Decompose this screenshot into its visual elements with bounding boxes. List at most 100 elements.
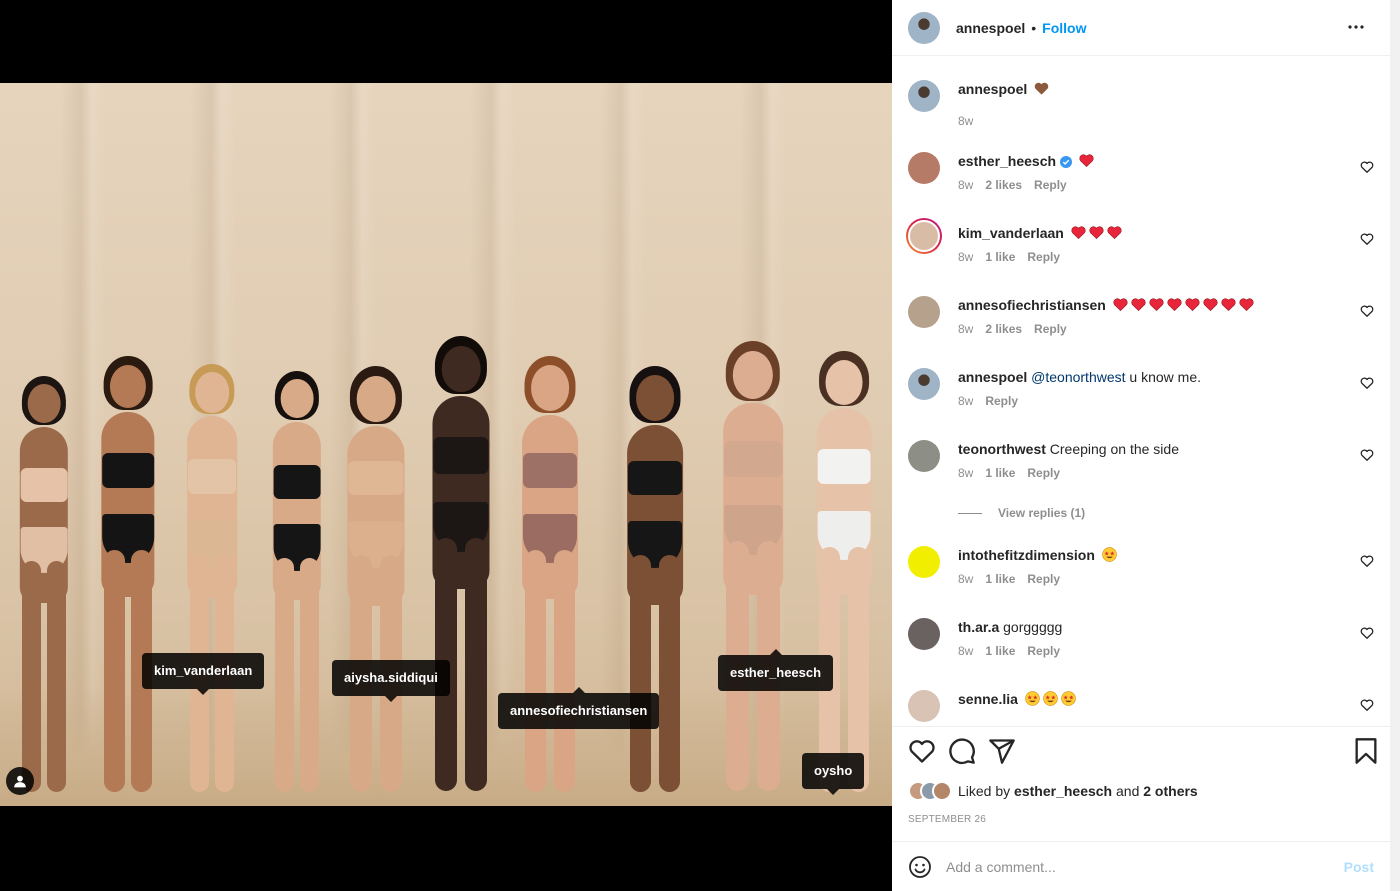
more-horizontal-icon bbox=[1348, 25, 1364, 29]
comment-time[interactable]: 8w bbox=[958, 322, 973, 336]
comment-username[interactable]: teonorthwest bbox=[958, 441, 1046, 457]
post-comment-button[interactable]: Post bbox=[1344, 859, 1374, 875]
avatar[interactable] bbox=[906, 218, 942, 254]
caption-body: annespoel bbox=[958, 80, 1338, 98]
panel-scrollbar[interactable] bbox=[1390, 0, 1400, 891]
liked-by-text: Liked by esther_heesch and 2 others bbox=[958, 783, 1198, 799]
comment-icon[interactable] bbox=[948, 737, 976, 765]
like-comment-heart-icon[interactable] bbox=[1360, 698, 1374, 712]
comment-time[interactable]: 8w bbox=[958, 644, 973, 658]
comment-item: kim_vanderlaan 8w 1 like Reply bbox=[906, 208, 1374, 272]
avatar[interactable] bbox=[908, 690, 940, 722]
photo-tag-esther-heesch[interactable]: esther_heesch bbox=[718, 649, 834, 691]
view-replies-button[interactable]: View replies (1) bbox=[958, 506, 1085, 520]
user-tags-button[interactable] bbox=[6, 767, 34, 795]
view-replies-label[interactable]: View replies (1) bbox=[998, 506, 1085, 520]
comment-likes[interactable]: 1 like bbox=[985, 250, 1015, 264]
comment-username[interactable]: th.ar.a bbox=[958, 619, 999, 635]
liked-by-user[interactable]: esther_heesch bbox=[1014, 783, 1112, 799]
heart-icon[interactable] bbox=[908, 737, 936, 765]
like-comment-heart-icon[interactable] bbox=[1360, 232, 1374, 246]
more-options-button[interactable] bbox=[1346, 17, 1366, 37]
post-photo[interactable]: kim_vanderlaan aiysha.siddiqui annesofie… bbox=[0, 83, 892, 806]
avatar[interactable] bbox=[908, 152, 940, 184]
comment-item: intothefitzdimension 8w 1 like Reply bbox=[908, 530, 1374, 594]
like-comment-heart-icon[interactable] bbox=[1360, 554, 1374, 568]
comment-username[interactable]: annespoel bbox=[958, 369, 1027, 385]
comment-time[interactable]: 8w bbox=[958, 466, 973, 480]
red-heart-emoji bbox=[1107, 226, 1122, 239]
comment-meta: 8w 2 likes Reply bbox=[958, 178, 1067, 192]
avatar[interactable] bbox=[908, 368, 940, 400]
avatar[interactable] bbox=[908, 296, 940, 328]
comment-username[interactable]: annesofiechristiansen bbox=[958, 297, 1106, 313]
model-figure bbox=[5, 376, 83, 796]
photo-tag-aiysha-siddiqui[interactable]: aiysha.siddiqui bbox=[332, 660, 450, 702]
comment-mention[interactable]: @teonorthwest bbox=[1031, 369, 1125, 385]
comment-time[interactable]: 8w bbox=[958, 178, 973, 192]
brown-heart-emoji bbox=[1034, 82, 1049, 95]
reply-button[interactable]: Reply bbox=[1027, 250, 1060, 264]
like-comment-heart-icon[interactable] bbox=[1360, 626, 1374, 640]
comment-body: intothefitzdimension bbox=[958, 546, 1338, 564]
comment-username[interactable]: kim_vanderlaan bbox=[958, 225, 1064, 241]
avatar[interactable] bbox=[908, 618, 940, 650]
reply-button[interactable]: Reply bbox=[1027, 466, 1060, 480]
red-heart-emoji bbox=[1185, 298, 1200, 311]
photo-tag-oysho[interactable]: oysho bbox=[802, 753, 865, 795]
comment-time[interactable]: 8w bbox=[958, 394, 973, 408]
reply-button[interactable]: Reply bbox=[1027, 644, 1060, 658]
red-heart-emoji bbox=[1167, 298, 1182, 311]
header-username[interactable]: annespoel bbox=[956, 20, 1025, 36]
share-icon[interactable] bbox=[988, 737, 1016, 765]
reply-button[interactable]: Reply bbox=[1027, 572, 1060, 586]
comment-meta: 8w Reply bbox=[958, 394, 1018, 408]
smiley-icon[interactable] bbox=[908, 855, 932, 879]
liker-avatar[interactable] bbox=[932, 781, 952, 801]
follow-button[interactable]: Follow bbox=[1042, 20, 1086, 36]
comment-username[interactable]: esther_heesch bbox=[958, 153, 1056, 169]
comment-likes[interactable]: 1 like bbox=[985, 644, 1015, 658]
comment-likes[interactable]: 1 like bbox=[985, 572, 1015, 586]
reply-button[interactable]: Reply bbox=[1034, 178, 1067, 192]
photo-tag-kim-vanderlaan[interactable]: kim_vanderlaan bbox=[142, 653, 265, 695]
star-struck-emoji bbox=[1061, 691, 1076, 706]
comment-username[interactable]: intothefitzdimension bbox=[958, 547, 1095, 563]
caption-time[interactable]: 8w bbox=[958, 114, 973, 128]
comment-time[interactable]: 8w bbox=[958, 250, 973, 264]
comment-meta: 8w 1 like Reply bbox=[958, 466, 1060, 480]
star-struck-emoji bbox=[1102, 547, 1117, 562]
avatar[interactable] bbox=[908, 80, 940, 112]
like-comment-heart-icon[interactable] bbox=[1360, 160, 1374, 174]
avatar[interactable] bbox=[908, 546, 940, 578]
bookmark-icon[interactable] bbox=[1352, 737, 1380, 765]
comment-likes[interactable]: 2 likes bbox=[985, 178, 1022, 192]
comment-text: Creeping on the side bbox=[1049, 441, 1179, 457]
photo-tag-annesofiechristiansen[interactable]: annesofiechristiansen bbox=[498, 687, 660, 729]
caption-meta: 8w bbox=[958, 114, 973, 128]
star-struck-emoji bbox=[1043, 691, 1058, 706]
like-comment-heart-icon[interactable] bbox=[1360, 376, 1374, 390]
user-icon bbox=[14, 775, 26, 788]
comment-username[interactable]: senne.lia bbox=[958, 691, 1018, 707]
reply-button[interactable]: Reply bbox=[1034, 322, 1067, 336]
liked-by-others[interactable]: 2 others bbox=[1143, 783, 1197, 799]
like-comment-heart-icon[interactable] bbox=[1360, 304, 1374, 318]
reply-button[interactable]: Reply bbox=[985, 394, 1018, 408]
avatar[interactable] bbox=[908, 440, 940, 472]
comment-likes[interactable]: 2 likes bbox=[985, 322, 1022, 336]
red-heart-emoji bbox=[1239, 298, 1254, 311]
model-figure bbox=[505, 356, 595, 796]
model-figure bbox=[330, 366, 422, 796]
add-comment-input[interactable] bbox=[946, 858, 1344, 875]
post-date[interactable]: SEPTEMBER 26 bbox=[908, 814, 986, 825]
comment-time[interactable]: 8w bbox=[958, 572, 973, 586]
likes-row: Liked by esther_heesch and 2 others bbox=[908, 781, 1198, 801]
red-heart-emoji bbox=[1131, 298, 1146, 311]
comment-meta: 8w 1 like Reply bbox=[958, 644, 1060, 658]
like-comment-heart-icon[interactable] bbox=[1360, 448, 1374, 462]
avatar[interactable] bbox=[908, 11, 940, 44]
comment-likes[interactable]: 1 like bbox=[985, 466, 1015, 480]
caption-username[interactable]: annespoel bbox=[958, 81, 1027, 97]
post-side-panel: annespoel • Follow annespoel 8w esther_h… bbox=[892, 0, 1400, 891]
